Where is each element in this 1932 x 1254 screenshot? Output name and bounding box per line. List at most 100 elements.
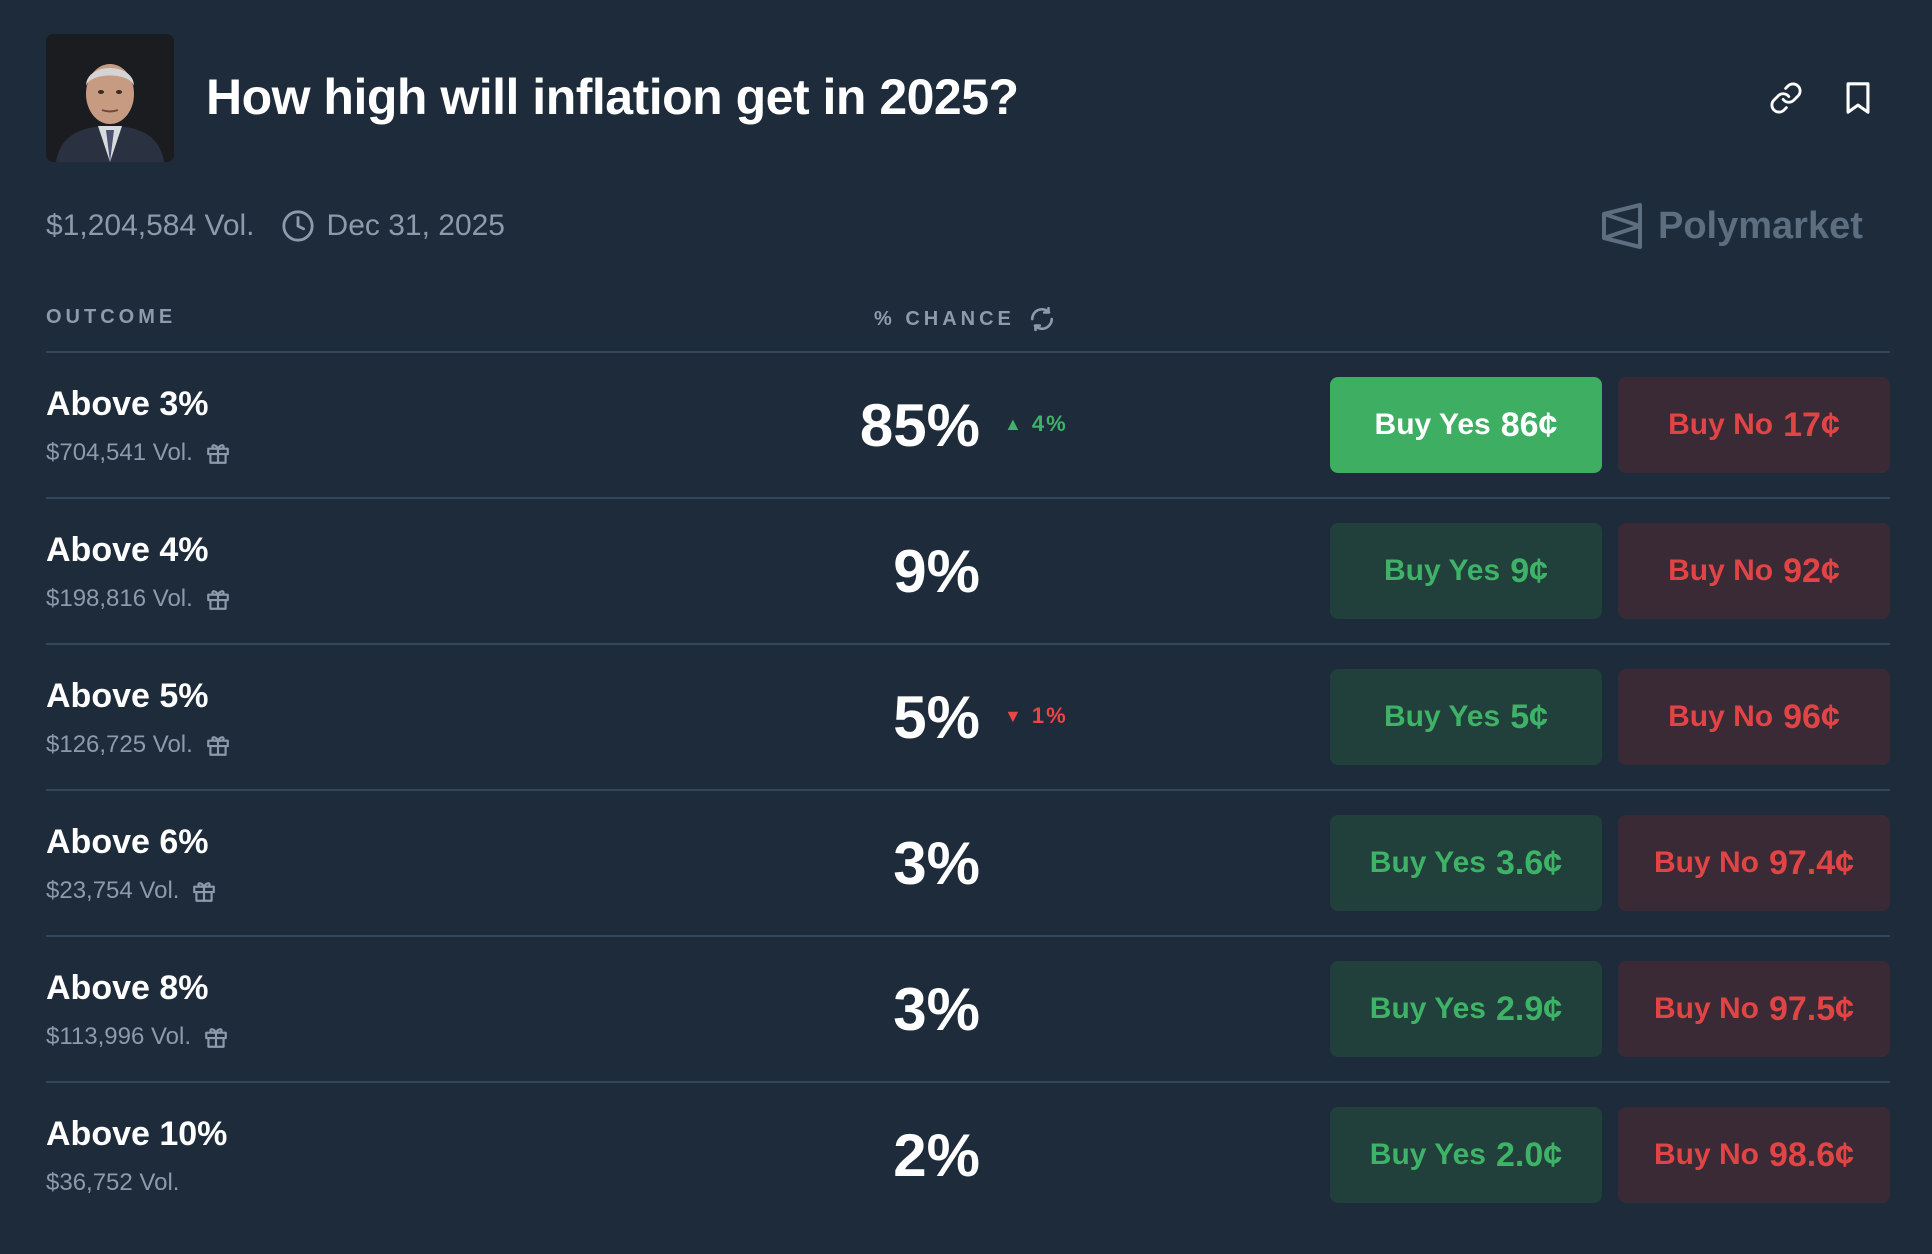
brand-watermark: Polymarket — [1600, 200, 1863, 252]
market-avatar — [46, 34, 174, 162]
outcome-volume-value: $126,725 Vol. — [46, 731, 193, 758]
chance-value: 85% — [859, 392, 980, 459]
refresh-icon[interactable] — [1029, 306, 1055, 332]
buy-no-label: Buy No — [1653, 1138, 1759, 1171]
column-header-chance-label: % CHANCE — [874, 307, 1015, 330]
buy-yes-button[interactable]: Buy Yes 2.0¢ — [1330, 1107, 1602, 1203]
outcome-volume: $704,541 Vol. — [46, 439, 231, 467]
buy-yes-price: 2.0¢ — [1496, 1135, 1563, 1174]
outcome-row[interactable]: Above 6% $23,754 Vol. 3% Buy Yes 3.6¢ Buy No 9… — [46, 791, 1890, 937]
outcome-name: Above 3% — [46, 385, 209, 423]
outcome-volume-value: $198,816 Vol. — [46, 585, 193, 612]
buy-no-button[interactable]: Buy No 97.4¢ — [1618, 815, 1890, 911]
outcome-row[interactable]: Above 8% $113,996 Vol. 3% Buy Yes 2.9¢ Buy No… — [46, 937, 1890, 1083]
buy-no-label: Buy No — [1668, 554, 1774, 587]
market-header: How high will inflation get in 2025? — [46, 34, 1890, 162]
buy-yes-price: 2.9¢ — [1496, 989, 1563, 1028]
column-header-outcome: OUTCOME — [46, 306, 177, 328]
chance-change-value: 1% — [1031, 703, 1068, 728]
outcome-chance: 85% ▲ 4% — [668, 391, 1368, 461]
outcome-name: Above 4% — [46, 531, 209, 569]
column-header-chance: % CHANCE — [874, 306, 1055, 332]
buy-yes-button[interactable]: Buy Yes 2.9¢ — [1330, 961, 1602, 1057]
outcome-volume: $113,996 Vol. — [46, 1023, 229, 1051]
buy-yes-button[interactable]: Buy Yes 3.6¢ — [1330, 815, 1602, 911]
buy-yes-price: 5¢ — [1510, 697, 1549, 736]
buy-yes-label: Buy Yes — [1369, 1138, 1486, 1171]
outcome-volume-value: $36,752 Vol. — [46, 1169, 180, 1196]
buy-no-button[interactable]: Buy No 17¢ — [1618, 377, 1890, 473]
buy-yes-label: Buy Yes — [1383, 554, 1501, 587]
gift-icon[interactable] — [205, 586, 231, 612]
triangle-up-icon: ▲ — [1004, 413, 1024, 434]
market-volume: $1,204,584 Vol. — [46, 209, 255, 242]
outcome-row[interactable]: Above 10% $36,752 Vol. 2% Buy Yes 2.0¢ Buy No… — [46, 1083, 1890, 1229]
chance-value: 2% — [893, 1122, 980, 1189]
outcome-row[interactable]: Above 5% $126,725 Vol. 5% ▼ 1% Buy Yes 5¢ Buy N… — [46, 645, 1890, 791]
buy-yes-label: Buy Yes — [1374, 408, 1491, 441]
outcome-row[interactable]: Above 3% $704,541 Vol. 85% ▲ 4% Buy Yes 86¢ Buy… — [46, 353, 1890, 499]
buy-no-label: Buy No — [1653, 846, 1759, 879]
buy-yes-price: 9¢ — [1510, 551, 1549, 590]
outcome-volume-value: $113,996 Vol. — [46, 1023, 192, 1050]
market-meta: $1,204,584 Vol. Dec 31, 2025 — [46, 204, 505, 248]
outcome-chance: 9% — [668, 537, 1368, 607]
outcome-chance: 3% — [668, 829, 1368, 899]
outcome-chance: 5% ▼ 1% — [668, 683, 1368, 753]
buy-no-price: 97.5¢ — [1768, 989, 1855, 1028]
outcome-volume-value: $704,541 Vol. — [46, 439, 193, 466]
buy-no-price: 98.6¢ — [1768, 1135, 1855, 1174]
buy-no-price: 97.4¢ — [1768, 843, 1855, 882]
copy-link-button[interactable] — [1762, 74, 1810, 122]
buy-yes-label: Buy Yes — [1369, 846, 1486, 879]
gift-icon[interactable] — [205, 732, 231, 758]
buy-no-price: 17¢ — [1783, 405, 1840, 444]
buy-yes-button[interactable]: Buy Yes 9¢ — [1330, 523, 1602, 619]
chance-value: 3% — [893, 830, 980, 897]
outcome-volume: $36,752 Vol. — [46, 1169, 179, 1197]
outcome-row[interactable]: Above 4% $198,816 Vol. 9% Buy Yes 9¢ Buy No 92… — [46, 499, 1890, 645]
outcome-name: Above 10% — [46, 1115, 228, 1153]
market-end-date: Dec 31, 2025 — [326, 209, 505, 242]
gift-icon[interactable] — [191, 878, 217, 904]
bookmark-icon — [1846, 82, 1870, 114]
gift-icon[interactable] — [205, 440, 231, 466]
buy-no-price: 96¢ — [1783, 697, 1840, 736]
chance-change-up: ▲ 4% — [1004, 411, 1068, 437]
chance-value: 5% — [893, 684, 980, 751]
outcome-name: Above 5% — [46, 677, 209, 715]
chance-change-down: ▼ 1% — [1004, 703, 1068, 729]
buy-no-label: Buy No — [1668, 700, 1774, 733]
buy-no-button[interactable]: Buy No 92¢ — [1618, 523, 1890, 619]
buy-yes-price: 86¢ — [1500, 405, 1558, 444]
market-card: How high will inflation get in 2025? $1,… — [0, 0, 1932, 1254]
buy-no-label: Buy No — [1653, 992, 1759, 1025]
market-title: How high will inflation get in 2025? — [206, 69, 1019, 125]
outcome-volume: $23,754 Vol. — [46, 877, 217, 905]
outcome-volume-value: $23,754 Vol. — [46, 877, 180, 904]
outcome-name: Above 8% — [46, 969, 209, 1007]
buy-no-button[interactable]: Buy No 96¢ — [1618, 669, 1890, 765]
buy-yes-button[interactable]: Buy Yes 5¢ — [1330, 669, 1602, 765]
portrait-image — [46, 34, 174, 162]
bookmark-button[interactable] — [1834, 74, 1882, 122]
chance-value: 3% — [893, 976, 980, 1043]
brand-name: Polymarket — [1658, 204, 1863, 247]
buy-yes-button[interactable]: Buy Yes 86¢ — [1330, 377, 1602, 473]
gift-icon[interactable] — [203, 1024, 229, 1050]
buy-no-label: Buy No — [1668, 408, 1774, 441]
link-icon — [1770, 82, 1802, 114]
outcome-volume: $126,725 Vol. — [46, 731, 231, 759]
polymarket-logo-icon — [1600, 202, 1644, 250]
chance-change-value: 4% — [1031, 411, 1068, 436]
buy-no-button[interactable]: Buy No 98.6¢ — [1618, 1107, 1890, 1203]
buy-no-button[interactable]: Buy No 97.5¢ — [1618, 961, 1890, 1057]
chance-value: 9% — [893, 538, 980, 605]
triangle-down-icon: ▼ — [1004, 705, 1024, 726]
buy-yes-label: Buy Yes — [1383, 700, 1501, 733]
outcome-chance: 2% — [668, 1121, 1368, 1191]
buy-no-price: 92¢ — [1783, 551, 1840, 590]
buy-yes-label: Buy Yes — [1369, 992, 1486, 1025]
outcome-chance: 3% — [668, 975, 1368, 1045]
buy-yes-price: 3.6¢ — [1496, 843, 1563, 882]
